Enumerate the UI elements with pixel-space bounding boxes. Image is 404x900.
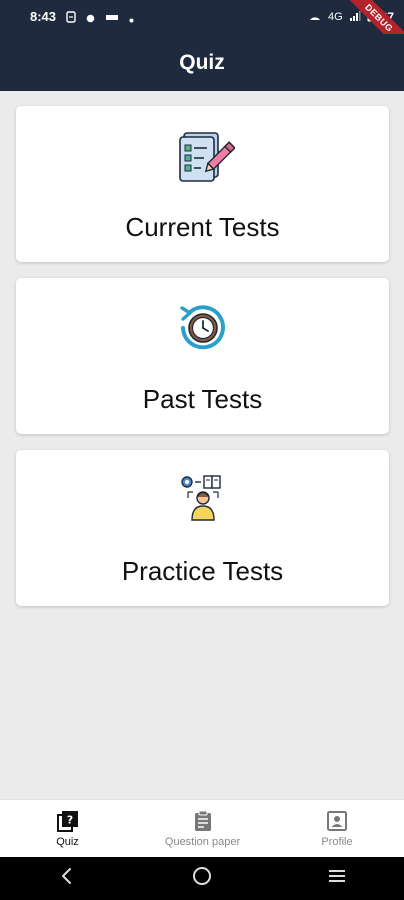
nav-item-question-paper[interactable]: Question paper [135, 800, 270, 857]
svg-text:?: ? [66, 814, 72, 827]
content-area: Current Tests Past Tests Practice Tests [0, 91, 404, 799]
checklist-pencil-icon [171, 124, 236, 188]
nav-label-profile: Profile [321, 836, 353, 848]
menu-lines-icon [327, 868, 347, 889]
quiz-icon: ? [56, 809, 80, 833]
nav-item-profile[interactable]: Profile [270, 800, 404, 857]
status-notification-icons [66, 10, 134, 28]
practice-person-icon [171, 468, 235, 532]
profile-card-icon [325, 809, 349, 833]
signal-icon [349, 10, 361, 25]
hotspot-icon [308, 10, 322, 25]
status-bar: 8:43 4G 87 DEBUG [0, 0, 404, 56]
cast-icon [105, 10, 119, 28]
history-clock-icon [171, 296, 235, 360]
small-dot-icon [129, 10, 134, 28]
current-tests-label: Current Tests [125, 212, 280, 242]
back-button[interactable] [47, 864, 87, 894]
system-navigation-bar [0, 857, 404, 900]
practice-tests-label: Practice Tests [121, 556, 284, 586]
practice-tests-card[interactable]: Practice Tests [16, 450, 389, 606]
network-type: 4G [327, 11, 343, 23]
nav-label-quiz: Quiz [56, 836, 79, 848]
home-button[interactable] [182, 864, 222, 894]
past-tests-label: Past Tests [142, 384, 263, 414]
app-bar: Quiz [0, 34, 404, 91]
status-time: 8:43 [30, 9, 57, 24]
page-title: Quiz [179, 50, 225, 74]
sim-icon [66, 10, 76, 28]
recents-button[interactable] [317, 864, 357, 894]
nav-item-quiz[interactable]: ? Quiz [0, 800, 135, 857]
past-tests-card[interactable]: Past Tests [16, 278, 389, 434]
bottom-navigation: ? Quiz Question paper Profile [0, 799, 404, 857]
current-tests-card[interactable]: Current Tests [16, 106, 389, 262]
back-chevron-icon [60, 867, 74, 890]
nav-label-question-paper: Question paper [164, 836, 241, 848]
clipboard-icon [191, 809, 215, 833]
home-circle-icon [192, 866, 212, 891]
dot-icon [86, 10, 95, 28]
